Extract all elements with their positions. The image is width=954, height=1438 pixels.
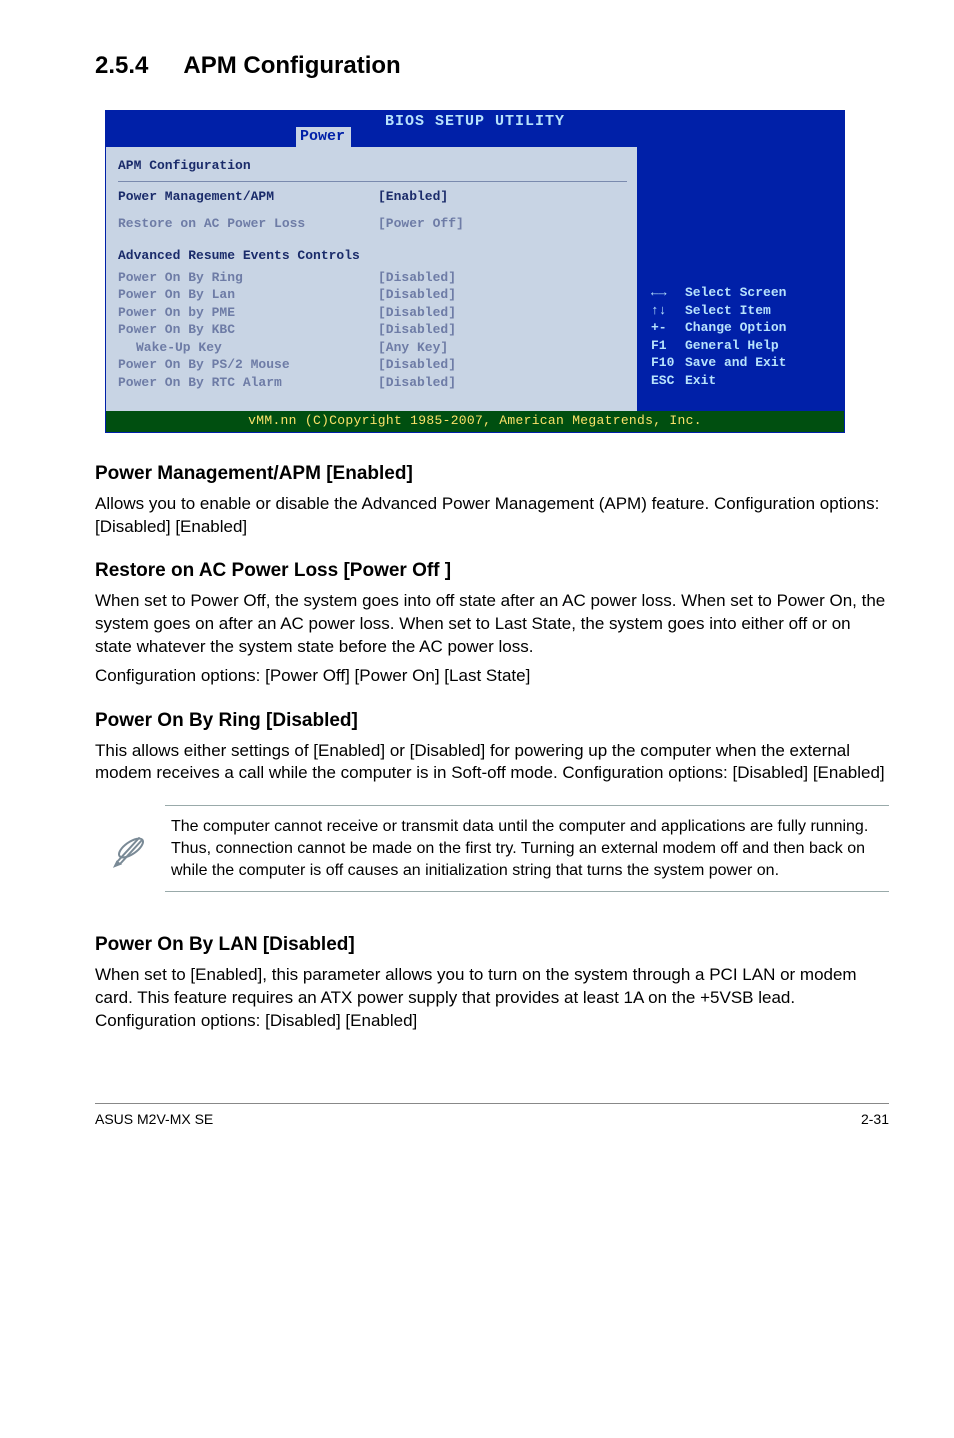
- bios-option-value: [Disabled]: [378, 304, 456, 322]
- item-body: Allows you to enable or disable the Adva…: [95, 493, 889, 539]
- bios-option-label: Power On by PME: [118, 304, 378, 322]
- bios-active-tab: Power: [296, 127, 351, 148]
- item-power-on-ring: Power On By Ring [Disabled] This allows …: [95, 708, 889, 786]
- bios-help-key: ←→: [651, 284, 685, 302]
- bios-help-desc: Select Screen: [685, 285, 786, 300]
- bios-option-row: Power On By Ring[Disabled]: [118, 269, 627, 287]
- bios-option-value: [Disabled]: [378, 374, 456, 392]
- item-heading: Power On By Ring [Disabled]: [95, 708, 889, 734]
- pencil-icon: [95, 805, 165, 892]
- item-body: Configuration options: [Power Off] [Powe…: [95, 665, 889, 688]
- bios-option-value: [Disabled]: [378, 321, 456, 339]
- bios-help-key: ESC: [651, 372, 685, 390]
- section-heading: 2.5.4 APM Configuration: [95, 50, 889, 82]
- bios-help-desc: Select Item: [685, 303, 771, 318]
- bios-help-desc: General Help: [685, 338, 779, 353]
- bios-help-key: F10: [651, 354, 685, 372]
- item-heading: Power On By LAN [Disabled]: [95, 932, 889, 958]
- bios-option-value: [Disabled]: [378, 356, 456, 374]
- bios-option-value: [Enabled]: [378, 188, 448, 206]
- bios-help-row: F1General Help: [651, 337, 786, 355]
- bios-copyright: vMM.nn (C)Copyright 1985-2007, American …: [106, 411, 844, 432]
- bios-screenshot: BIOS SETUP UTILITY Power APM Configurati…: [105, 110, 845, 433]
- bios-option-label: Power On By KBC: [118, 321, 378, 339]
- bios-help-key: +-: [651, 319, 685, 337]
- bios-option-row: Restore on AC Power Loss [Power Off]: [118, 215, 627, 233]
- bios-help-desc: Change Option: [685, 320, 786, 335]
- note-text: The computer cannot receive or transmit …: [165, 805, 889, 892]
- bios-help-desc: Exit: [685, 373, 716, 388]
- bios-help-row: ←→Select Screen: [651, 284, 786, 302]
- footer-right: 2-31: [861, 1110, 889, 1129]
- bios-help-key: F1: [651, 337, 685, 355]
- page-footer: ASUS M2V-MX SE 2-31: [95, 1103, 889, 1129]
- item-restore-ac: Restore on AC Power Loss [Power Off ] Wh…: [95, 558, 889, 687]
- bios-option-label: Power Management/APM: [118, 188, 378, 206]
- bios-header: BIOS SETUP UTILITY Power: [106, 111, 844, 147]
- footer-left: ASUS M2V-MX SE: [95, 1110, 213, 1129]
- bios-option-row: Power On By PS/2 Mouse[Disabled]: [118, 356, 627, 374]
- bios-utility-title: BIOS SETUP UTILITY: [106, 111, 844, 132]
- bios-option-row: Power Management/APM [Enabled]: [118, 188, 627, 206]
- item-heading: Power Management/APM [Enabled]: [95, 461, 889, 487]
- bios-option-value: [Disabled]: [378, 286, 456, 304]
- bios-left-panel: APM Configuration Power Management/APM […: [106, 147, 639, 411]
- bios-option-label: Restore on AC Power Loss: [118, 215, 378, 233]
- bios-option-label: Wake-Up Key: [118, 339, 378, 357]
- bios-option-row: Power On by PME[Disabled]: [118, 304, 627, 322]
- item-body: This allows either settings of [Enabled]…: [95, 740, 889, 786]
- item-body: When set to [Enabled], this parameter al…: [95, 964, 889, 1033]
- bios-option-label: Power On By Lan: [118, 286, 378, 304]
- bios-option-value: [Any Key]: [378, 339, 448, 357]
- bios-right-panel: ←→Select Screen ↑↓Select Item +-Change O…: [639, 147, 844, 411]
- bios-option-label: Power On By Ring: [118, 269, 378, 287]
- section-title-text: APM Configuration: [183, 52, 400, 79]
- bios-help-row: ESCExit: [651, 372, 786, 390]
- bios-adv-heading: Advanced Resume Events Controls: [118, 243, 627, 269]
- bios-option-row: Power On By Lan[Disabled]: [118, 286, 627, 304]
- bios-option-row: Power On By RTC Alarm[Disabled]: [118, 374, 627, 392]
- section-number: 2.5.4: [95, 50, 148, 82]
- bios-option-label: Power On By PS/2 Mouse: [118, 356, 378, 374]
- divider: [118, 181, 627, 182]
- bios-panel-title: APM Configuration: [118, 153, 627, 179]
- note-box: The computer cannot receive or transmit …: [95, 805, 889, 892]
- bios-option-value: [Disabled]: [378, 269, 456, 287]
- bios-option-label: Power On By RTC Alarm: [118, 374, 378, 392]
- item-power-management: Power Management/APM [Enabled] Allows yo…: [95, 461, 889, 539]
- item-heading: Restore on AC Power Loss [Power Off ]: [95, 558, 889, 584]
- bios-help-key: ↑↓: [651, 302, 685, 320]
- bios-help-row: F10Save and Exit: [651, 354, 786, 372]
- item-power-on-lan: Power On By LAN [Disabled] When set to […: [95, 932, 889, 1032]
- bios-option-row: Wake-Up Key[Any Key]: [118, 339, 627, 357]
- item-body: When set to Power Off, the system goes i…: [95, 590, 889, 659]
- bios-help-row: +-Change Option: [651, 319, 786, 337]
- bios-option-row: Power On By KBC[Disabled]: [118, 321, 627, 339]
- bios-help-desc: Save and Exit: [685, 355, 786, 370]
- bios-option-value: [Power Off]: [378, 215, 464, 233]
- bios-help-row: ↑↓Select Item: [651, 302, 786, 320]
